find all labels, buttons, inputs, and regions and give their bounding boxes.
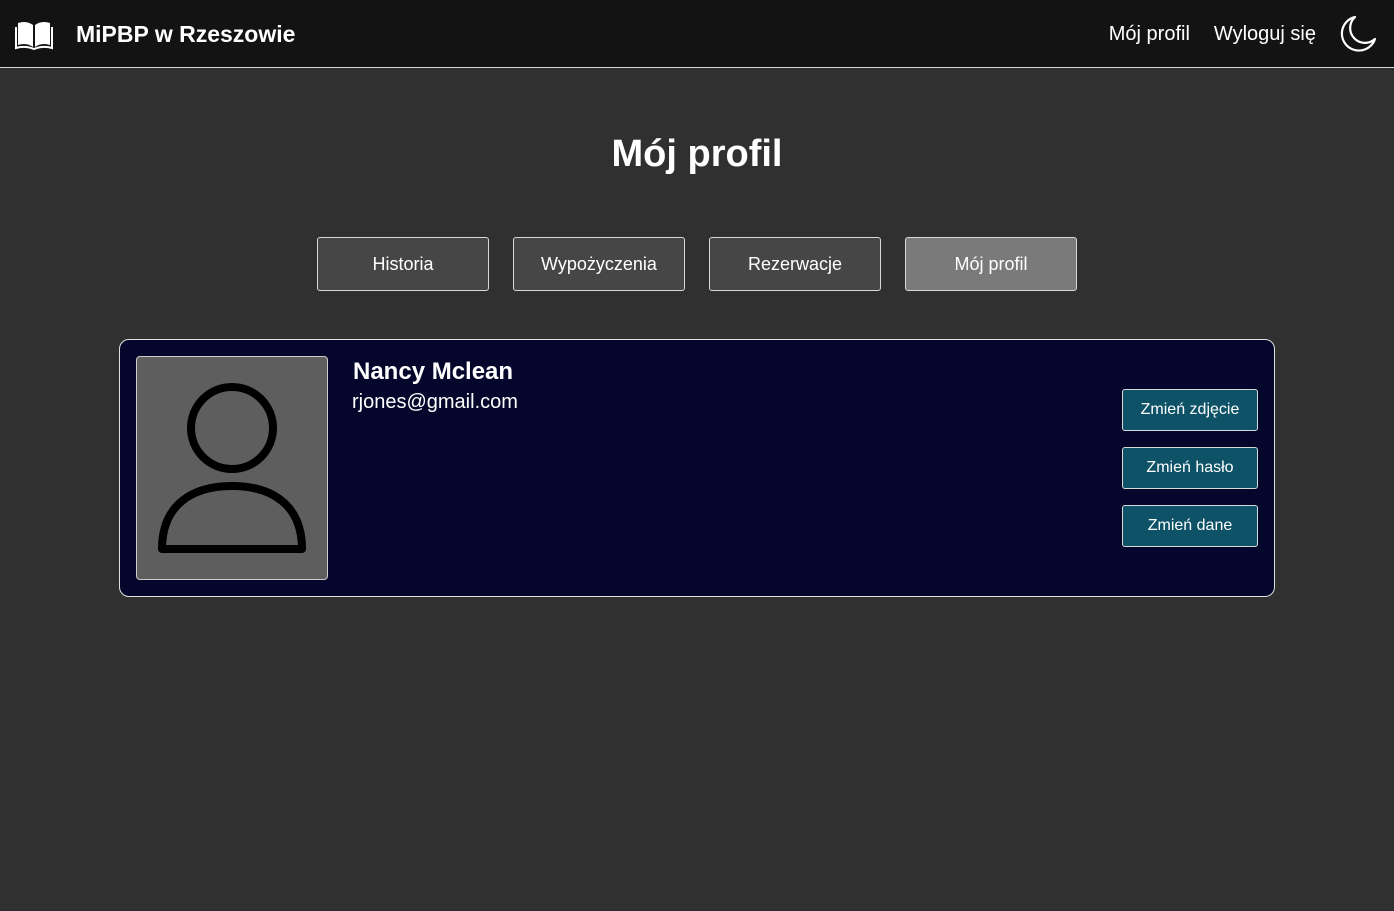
tab-reservations[interactable]: Rezerwacje (709, 237, 881, 291)
change-data-button[interactable]: Zmień dane (1122, 505, 1258, 547)
user-silhouette-icon (158, 383, 306, 553)
change-password-button[interactable]: Zmień hasło (1122, 447, 1258, 489)
profile-card: Nancy Mclean rjones@gmail.com Zmień zdję… (119, 339, 1275, 597)
top-navbar: MiPBP w Rzeszowie Mój profil Wyloguj się (0, 0, 1394, 68)
user-name: Nancy Mclean (353, 358, 514, 385)
open-book-icon (15, 21, 53, 50)
brand-home-link[interactable]: MiPBP w Rzeszowie (15, 14, 295, 54)
tab-loans[interactable]: Wypożyczenia (513, 237, 685, 291)
profile-tabs: Historia Wypożyczenia Rezerwacje Mój pro… (317, 237, 1077, 291)
tab-history[interactable]: Historia (317, 237, 489, 291)
navbar-right: Mój profil Wyloguj się (1085, 14, 1378, 54)
user-email: rjones@gmail.com (352, 391, 518, 413)
moon-icon[interactable] (1338, 14, 1378, 54)
nav-link-logout[interactable]: Wyloguj się (1214, 23, 1316, 46)
page-title: Mój profil (611, 133, 783, 175)
change-photo-button[interactable]: Zmień zdjęcie (1122, 389, 1258, 431)
brand-title: MiPBP w Rzeszowie (76, 20, 296, 47)
tab-my-profile[interactable]: Mój profil (905, 237, 1077, 291)
nav-link-my-profile[interactable]: Mój profil (1109, 23, 1190, 46)
profile-actions: Zmień zdjęcie Zmień hasło Zmień dane (1122, 389, 1258, 547)
avatar (136, 356, 328, 580)
